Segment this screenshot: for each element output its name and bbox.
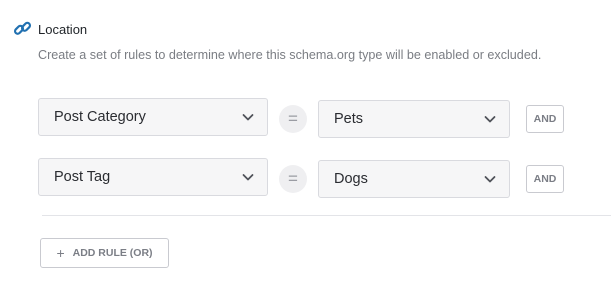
value-select[interactable]: Pets <box>318 100 510 138</box>
equals-operator: = <box>279 165 307 193</box>
add-rule-label: ADD RULE (OR) <box>72 247 153 259</box>
section-description: Create a set of rules to determine where… <box>38 48 542 62</box>
value-select-value: Dogs <box>334 171 368 187</box>
section-title: Location <box>38 21 88 37</box>
section-header: Location <box>13 19 87 39</box>
chevron-down-icon <box>484 116 496 123</box>
chevron-down-icon <box>242 114 254 121</box>
chevron-down-icon <box>242 174 254 181</box>
field-select-value: Post Tag <box>54 169 111 185</box>
divider <box>42 215 611 216</box>
link-icon <box>13 19 33 39</box>
field-select[interactable]: Post Category <box>38 98 268 136</box>
plus-icon: + <box>56 245 65 261</box>
and-button[interactable]: AND <box>526 165 564 193</box>
and-button[interactable]: AND <box>526 105 564 133</box>
value-select-value: Pets <box>334 111 364 127</box>
field-select-value: Post Category <box>54 109 146 125</box>
equals-operator: = <box>279 105 307 133</box>
add-rule-button[interactable]: + ADD RULE (OR) <box>40 238 169 268</box>
value-select[interactable]: Dogs <box>318 160 510 198</box>
chevron-down-icon <box>484 176 496 183</box>
field-select[interactable]: Post Tag <box>38 158 268 196</box>
